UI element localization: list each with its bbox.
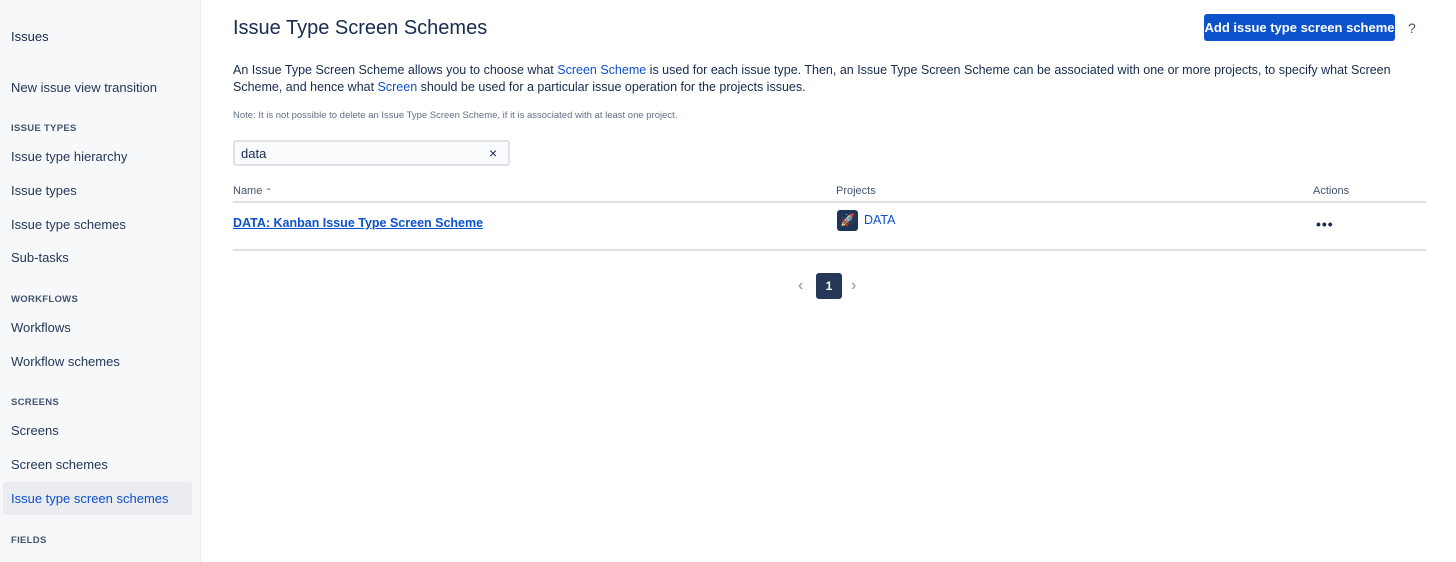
scheme-name-link[interactable]: DATA: Kanban Issue Type Screen Scheme (233, 216, 483, 230)
help-icon[interactable]: ? (1408, 20, 1416, 36)
desc-text: should be used for a particular issue op… (417, 80, 806, 94)
sidebar-item-new-issue-view-transition[interactable]: New issue view transition (3, 71, 192, 104)
note: Note: It is not possible to delete an Is… (233, 110, 678, 121)
more-actions-icon[interactable]: ••• (1316, 216, 1334, 232)
row-divider (233, 249, 1426, 251)
description: An Issue Type Screen Scheme allows you t… (233, 62, 1423, 96)
section-workflows: WORKFLOWS (11, 294, 79, 305)
sidebar-item-screen-schemes[interactable]: Screen schemes (3, 448, 192, 481)
column-header-projects: Projects (836, 185, 876, 197)
sidebar-item-screens[interactable]: Screens (3, 414, 192, 447)
screen-scheme-link[interactable]: Screen Scheme (557, 63, 646, 77)
pagination-prev-icon[interactable]: ‹ (798, 277, 803, 295)
sidebar-item-issue-type-hierarchy[interactable]: Issue type hierarchy (3, 140, 192, 173)
search-input[interactable] (233, 140, 510, 166)
clear-search-icon[interactable]: × (489, 145, 497, 161)
desc-text: An Issue Type Screen Scheme allows you t… (233, 63, 558, 77)
sort-icon: ⌃ (265, 187, 273, 196)
name-header-label: Name (233, 185, 263, 197)
section-fields: FIELDS (11, 535, 47, 546)
sidebar-item-workflow-schemes[interactable]: Workflow schemes (3, 345, 192, 378)
sidebar-title: Issues (11, 29, 49, 44)
sidebar-item-workflows[interactable]: Workflows (3, 311, 192, 344)
section-issue-types: ISSUE TYPES (11, 123, 77, 134)
add-issue-type-screen-scheme-button[interactable]: Add issue type screen scheme (1204, 14, 1395, 41)
column-header-actions: Actions (1313, 185, 1350, 197)
project-link[interactable]: DATA (864, 213, 895, 227)
sidebar-item-issue-type-schemes[interactable]: Issue type schemes (3, 208, 192, 241)
project-rocket-icon: 🚀 (837, 210, 858, 231)
sidebar-item-issue-types[interactable]: Issue types (3, 174, 192, 207)
pagination-page-1[interactable]: 1 (816, 273, 842, 299)
sidebar: Issues New issue view transition ISSUE T… (0, 0, 201, 562)
column-header-name[interactable]: Name ⌃ (233, 185, 272, 197)
sidebar-item-sub-tasks[interactable]: Sub-tasks (3, 241, 192, 274)
pagination-next-icon[interactable]: › (851, 277, 856, 295)
section-screens: SCREENS (11, 397, 60, 408)
sidebar-item-issue-type-screen-schemes[interactable]: Issue type screen schemes (3, 482, 192, 515)
screen-link[interactable]: Screen (378, 80, 418, 94)
page-title: Issue Type Screen Schemes (233, 17, 488, 39)
header-divider (233, 201, 1426, 203)
